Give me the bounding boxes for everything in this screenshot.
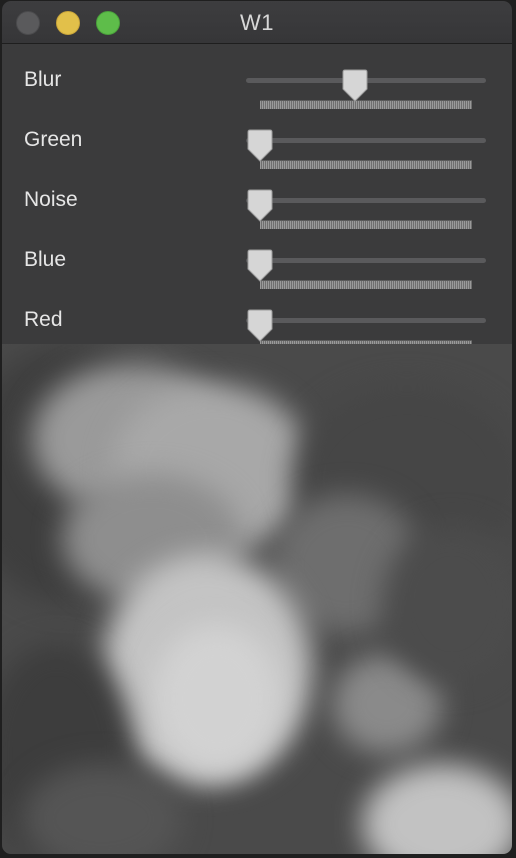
window-title: W1 xyxy=(240,10,274,35)
slider-panel: Blur Green Noise Blue Red xyxy=(2,44,512,349)
slider-row-blue: Blue xyxy=(2,236,512,296)
title-bar[interactable]: W1 xyxy=(2,1,512,44)
slider-label: Red xyxy=(24,308,63,331)
slider-track[interactable] xyxy=(246,198,486,203)
slider-row-green: Green xyxy=(2,116,512,176)
slider-label: Green xyxy=(24,128,83,151)
slider-tick-marks xyxy=(260,160,472,169)
slider-track[interactable] xyxy=(246,258,486,263)
slider-thumb[interactable] xyxy=(245,189,275,223)
slider-tick-marks xyxy=(260,280,472,289)
slider-label: Noise xyxy=(24,188,78,211)
slider-label: Blur xyxy=(24,68,62,91)
blurred-flower-image xyxy=(2,344,512,854)
image-region xyxy=(382,524,512,684)
slider-thumb[interactable] xyxy=(245,129,275,163)
app-window: W1 Blur Green Noise Blue Red xyxy=(2,1,512,854)
slider-track[interactable] xyxy=(246,138,486,143)
slider-tick-marks xyxy=(260,220,472,229)
slider-thumb[interactable] xyxy=(245,249,275,283)
slider-row-blur: Blur xyxy=(2,56,512,116)
slider-thumb[interactable] xyxy=(245,309,275,343)
slider-label: Blue xyxy=(24,248,67,271)
slider-row-noise: Noise xyxy=(2,176,512,236)
slider-thumb[interactable] xyxy=(340,69,370,103)
image-region xyxy=(362,764,512,854)
image-region xyxy=(152,624,282,774)
slider-track[interactable] xyxy=(246,318,486,323)
